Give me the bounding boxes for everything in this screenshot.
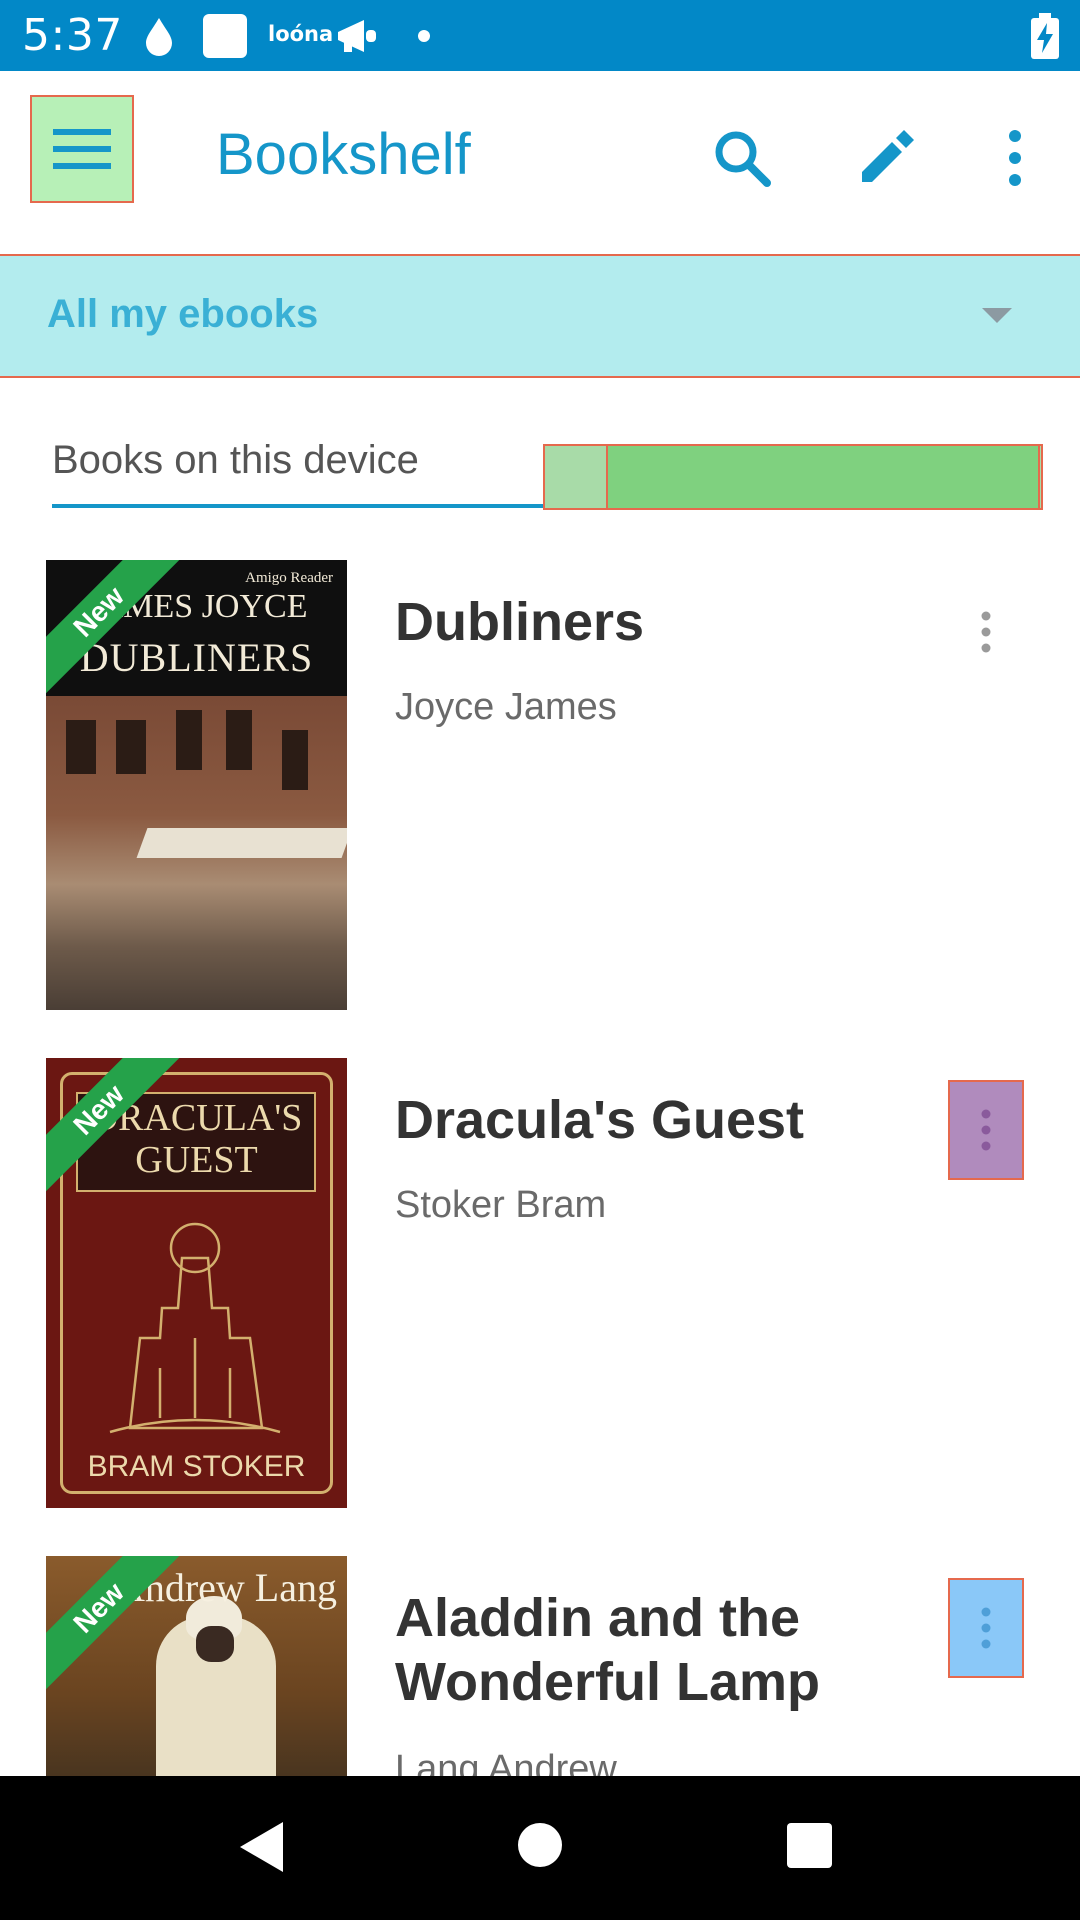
book-cover-image[interactable]: DRACULA'S GUEST BRAM STOKER New	[46, 1058, 347, 1508]
book-author: Stoker Bram	[395, 1184, 607, 1226]
square-notification-icon	[203, 14, 247, 58]
brand-notification-label: loóna	[268, 22, 334, 46]
book-overflow-menu-button[interactable]	[948, 582, 1024, 682]
hamburger-menu-button[interactable]	[30, 95, 134, 203]
cover-awning	[136, 828, 347, 858]
pencil-icon	[862, 130, 914, 182]
active-tab-indicator	[52, 504, 612, 508]
cover-window	[66, 720, 96, 774]
tab-books-on-device[interactable]: Books on this device	[52, 438, 419, 483]
castle-illustration	[109, 1222, 281, 1434]
system-navigation-bar	[0, 1776, 1080, 1920]
tab-secondary-inner[interactable]	[606, 444, 1040, 510]
cover-window	[116, 720, 146, 774]
ebook-filter-dropdown[interactable]: All my ebooks	[0, 254, 1080, 378]
book-author: Joyce James	[395, 686, 617, 728]
battery-charging-icon	[1031, 13, 1059, 59]
status-time: 5:37	[22, 10, 123, 61]
cover-publisher: Amigo Reader	[245, 570, 333, 586]
edit-button[interactable]	[851, 123, 921, 193]
source-tabs: Books on this device	[0, 420, 1080, 520]
cover-window	[226, 710, 252, 770]
recent-apps-icon[interactable]	[787, 1823, 832, 1868]
book-title[interactable]: Dubliners	[395, 590, 915, 654]
book-overflow-menu-button[interactable]	[948, 1080, 1024, 1180]
book-list-item[interactable]: DRACULA'S GUEST BRAM STOKER New Dracula'…	[0, 1058, 1080, 1518]
more-vert-icon	[1009, 130, 1021, 186]
water-drop-icon	[146, 18, 172, 56]
search-button[interactable]	[707, 123, 777, 193]
book-overflow-menu-button[interactable]	[948, 1578, 1024, 1678]
dropdown-arrow-icon	[982, 308, 1012, 323]
hamburger-menu-icon	[53, 129, 111, 169]
more-vert-icon	[981, 1109, 991, 1151]
book-title[interactable]: Aladdin and the Wonderful Lamp	[395, 1586, 915, 1714]
cover-window	[176, 710, 202, 770]
book-list-item[interactable]: Amigo Reader JAMES JOYCE DUBLINERS New D…	[0, 560, 1080, 1020]
book-cover-image[interactable]: Amigo Reader JAMES JOYCE DUBLINERS New	[46, 560, 347, 1010]
more-vert-icon	[981, 1607, 991, 1649]
cover-window	[282, 730, 308, 790]
search-icon	[715, 131, 771, 187]
megaphone-icon	[338, 20, 376, 52]
page-title: Bookshelf	[216, 122, 471, 187]
more-vert-icon	[981, 611, 991, 653]
cover-author: BRAM STOKER	[87, 1450, 306, 1483]
app-bar: Bookshelf	[0, 71, 1080, 239]
back-icon[interactable]	[240, 1822, 283, 1872]
book-title[interactable]: Dracula's Guest	[395, 1088, 915, 1152]
home-icon[interactable]	[518, 1823, 562, 1867]
more-options-button[interactable]	[985, 123, 1045, 193]
cover-face	[196, 1626, 234, 1662]
filter-selected-value: All my ebooks	[47, 292, 319, 336]
dot-icon	[418, 30, 430, 42]
status-bar: 5:37 loóna	[0, 0, 1080, 71]
